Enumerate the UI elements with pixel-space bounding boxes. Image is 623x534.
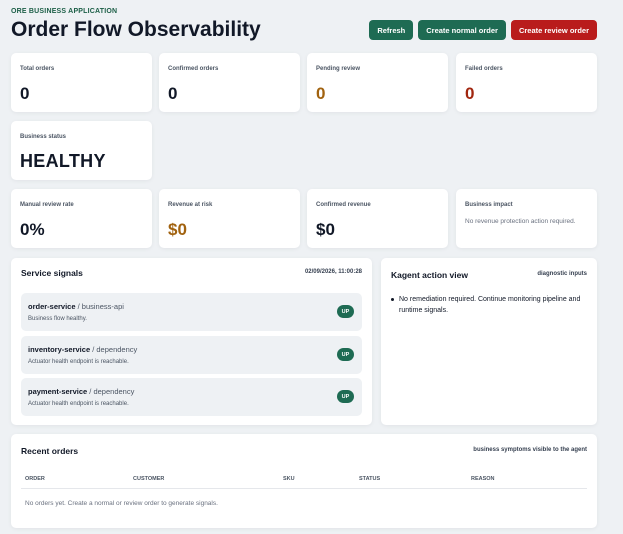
service-signals-panel: Service signals 02/09/2026, 11:00:28 ord… [11, 258, 372, 425]
pending-review-label: Pending review [316, 66, 361, 72]
bullet-icon [391, 297, 394, 301]
service-description: Business flow healthy. [28, 316, 87, 322]
confirmed-orders-label: Confirmed orders [168, 66, 219, 72]
recent-orders-title: Recent orders [21, 446, 79, 456]
column-status: STATUS [359, 476, 381, 482]
failed-orders-label: Failed orders [465, 66, 503, 72]
column-customer: CUSTOMER [133, 476, 165, 482]
failed-orders-card: Failed orders 0 [456, 53, 597, 112]
business-status-label: Business status [20, 134, 67, 140]
page-title: Order Flow Observability [11, 18, 261, 41]
refresh-button[interactable]: Refresh [369, 20, 414, 40]
failed-orders-value: 0 [465, 84, 475, 103]
service-description: Actuator health endpoint is reachable. [28, 359, 129, 365]
service-role: dependency [93, 387, 135, 396]
revenue-at-risk-value: $0 [168, 220, 187, 239]
business-status-card: Business status HEALTHY [11, 121, 152, 180]
service-signal-name: payment-service / dependency [28, 387, 134, 396]
kagent-bullet: No remediation required. Continue monito… [391, 294, 583, 316]
pending-review-value: 0 [316, 84, 326, 103]
kagent-meta: diagnostic inputs [537, 271, 587, 277]
kagent-action-panel: Kagent action view diagnostic inputs No … [381, 258, 597, 425]
service-signals-title: Service signals [21, 268, 83, 278]
service-signal-item: order-service / business-api Business fl… [21, 293, 362, 331]
confirmed-orders-card: Confirmed orders 0 [159, 53, 300, 112]
column-reason: REASON [471, 476, 495, 482]
total-orders-label: Total orders [20, 66, 55, 72]
confirmed-revenue-label: Confirmed revenue [316, 202, 371, 208]
column-sku: SKU [283, 476, 295, 482]
kagent-bullet-text: No remediation required. Continue monito… [399, 296, 581, 314]
recent-orders-panel: Recent orders business symptoms visible … [11, 434, 597, 528]
recent-orders-meta: business symptoms visible to the agent [473, 447, 587, 453]
service-signal-item: payment-service / dependency Actuator he… [21, 378, 362, 416]
business-impact-note: No revenue protection action required. [465, 218, 576, 225]
confirmed-revenue-card: Confirmed revenue $0 [307, 189, 448, 248]
create-normal-order-button[interactable]: Create normal order [418, 20, 506, 40]
confirmed-revenue-value: $0 [316, 220, 335, 239]
service-role: business-api [81, 302, 124, 311]
revenue-at-risk-card: Revenue at risk $0 [159, 189, 300, 248]
kagent-title: Kagent action view [391, 270, 468, 280]
total-orders-card: Total orders 0 [11, 53, 152, 112]
confirmed-orders-value: 0 [168, 84, 178, 103]
service-role: dependency [96, 345, 138, 354]
service-signal-item: inventory-service / dependency Actuator … [21, 336, 362, 374]
business-impact-card: Business impact No revenue protection ac… [456, 189, 597, 248]
manual-review-rate-label: Manual review rate [20, 202, 74, 208]
service-description: Actuator health endpoint is reachable. [28, 401, 129, 407]
service-signal-name: order-service / business-api [28, 302, 124, 311]
header-actions: Refresh Create normal order Create revie… [369, 20, 597, 40]
service-name: payment-service [28, 387, 88, 396]
service-name: inventory-service [28, 345, 91, 354]
manual-review-rate-value: 0% [20, 220, 45, 239]
service-signal-name: inventory-service / dependency [28, 345, 137, 354]
orders-empty-message: No orders yet. Create a normal or review… [25, 500, 218, 507]
status-badge: UP [337, 305, 354, 318]
orders-table-header: ORDER CUSTOMER SKU STATUS REASON [21, 475, 587, 489]
business-status-value: HEALTHY [20, 151, 106, 171]
pending-review-card: Pending review 0 [307, 53, 448, 112]
business-impact-label: Business impact [465, 202, 513, 208]
service-signals-timestamp: 02/09/2026, 11:00:28 [304, 269, 362, 275]
status-badge: UP [337, 348, 354, 361]
manual-review-rate-card: Manual review rate 0% [11, 189, 152, 248]
service-name: order-service [28, 302, 76, 311]
status-badge: UP [337, 390, 354, 403]
total-orders-value: 0 [20, 84, 30, 103]
create-review-order-button[interactable]: Create review order [510, 20, 597, 40]
app-eyebrow: ORE BUSINESS APPLICATION [11, 8, 118, 15]
revenue-at-risk-label: Revenue at risk [168, 202, 213, 208]
column-order: ORDER [25, 476, 45, 482]
